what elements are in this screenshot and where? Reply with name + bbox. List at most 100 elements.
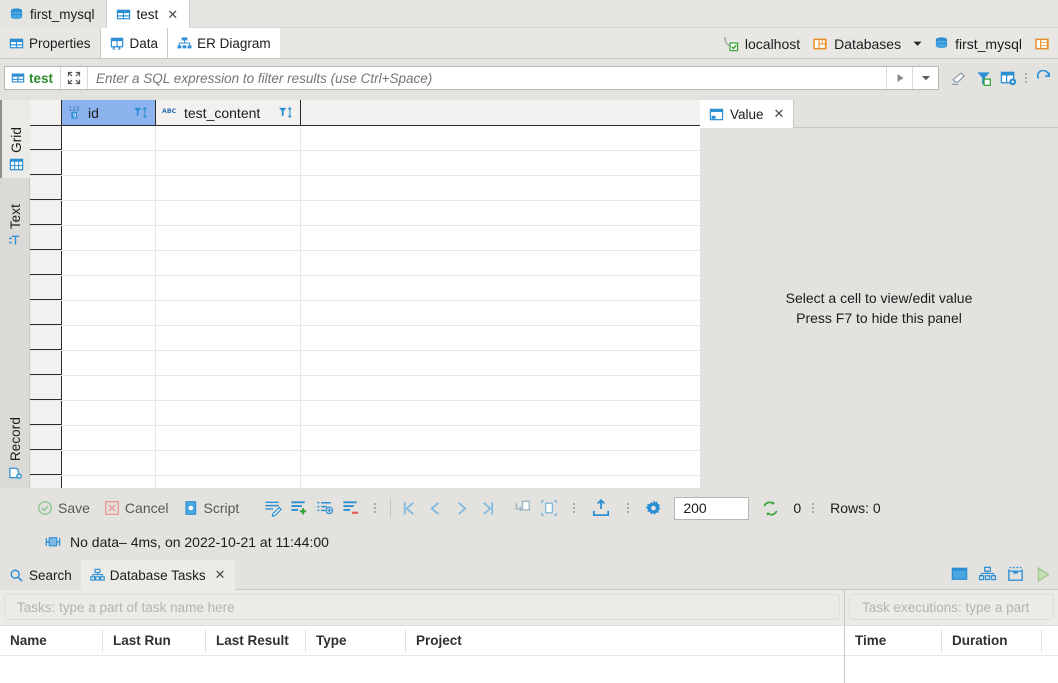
- script-button[interactable]: Script: [176, 495, 247, 521]
- list-item[interactable]: [0, 655, 844, 683]
- close-icon[interactable]: ✕: [167, 8, 178, 21]
- add-row-button[interactable]: [286, 495, 312, 521]
- save-button[interactable]: Save: [30, 495, 97, 521]
- overflow-dots[interactable]: [624, 496, 631, 520]
- refresh-button[interactable]: [1032, 66, 1054, 90]
- table-row[interactable]: [30, 251, 700, 276]
- grid-cell-id[interactable]: [62, 176, 156, 200]
- row-header[interactable]: [30, 476, 62, 488]
- delete-row-button[interactable]: [338, 495, 364, 521]
- previous-row-button[interactable]: [422, 495, 448, 521]
- editor-tab-first-mysql[interactable]: first_mysql: [0, 0, 107, 28]
- close-icon[interactable]: ✕: [215, 567, 226, 583]
- grid-column-header-test-content[interactable]: ABC test_content: [156, 100, 301, 125]
- breadcrumb-dropdown[interactable]: [907, 37, 928, 50]
- table-row[interactable]: [30, 301, 700, 326]
- row-header[interactable]: [30, 251, 62, 275]
- row-header[interactable]: [30, 401, 62, 425]
- table-row[interactable]: [30, 226, 700, 251]
- grid-cell-test-content[interactable]: [156, 301, 301, 325]
- refresh-rows-button[interactable]: [755, 495, 785, 521]
- last-row-button[interactable]: [474, 495, 500, 521]
- grid-cell-id[interactable]: [62, 476, 156, 488]
- grid-cell-test-content[interactable]: [156, 226, 301, 250]
- filter-sort-icon[interactable]: [268, 106, 294, 120]
- grid-cell-test-content[interactable]: [156, 451, 301, 475]
- next-row-button[interactable]: [448, 495, 474, 521]
- first-row-button[interactable]: [396, 495, 422, 521]
- overflow-dots[interactable]: [570, 496, 577, 520]
- grid-cell-id[interactable]: [62, 426, 156, 450]
- search-input[interactable]: [88, 69, 886, 87]
- row-header[interactable]: [30, 326, 62, 350]
- tab-properties[interactable]: Properties: [0, 28, 100, 58]
- data-grid[interactable]: 123 9 id ABC test_content: [30, 100, 700, 488]
- list-item[interactable]: [845, 655, 1058, 683]
- breadcrumb-databases[interactable]: Databases: [806, 36, 907, 52]
- grid-cell-test-content[interactable]: [156, 426, 301, 450]
- clear-filter-button[interactable]: [947, 66, 969, 90]
- executions-col-time[interactable]: Time: [845, 629, 942, 652]
- row-header[interactable]: [30, 426, 62, 450]
- tab-database-tasks[interactable]: Database Tasks ✕: [80, 560, 235, 590]
- executions-table-body[interactable]: [845, 655, 1058, 683]
- grid-cell-id[interactable]: [62, 401, 156, 425]
- table-row[interactable]: [30, 276, 700, 301]
- row-header[interactable]: [30, 351, 62, 375]
- gear-icon[interactable]: [638, 495, 668, 521]
- table-row[interactable]: [30, 401, 700, 426]
- tab-value[interactable]: Value ✕: [700, 100, 795, 128]
- row-header[interactable]: [30, 201, 62, 225]
- table-row[interactable]: [30, 126, 700, 151]
- breadcrumb-table-icon-trailing[interactable]: [1028, 36, 1056, 52]
- executions-search-input[interactable]: Task executions: type a part: [849, 594, 1054, 620]
- row-header[interactable]: [30, 126, 62, 150]
- table-row[interactable]: [30, 476, 700, 488]
- grid-cell-id[interactable]: [62, 376, 156, 400]
- table-row[interactable]: [30, 326, 700, 351]
- overflow-dots[interactable]: [371, 496, 378, 520]
- grid-cell-id[interactable]: [62, 301, 156, 325]
- custom-filter-button[interactable]: [997, 66, 1019, 90]
- row-header[interactable]: [30, 176, 62, 200]
- grid-cell-test-content[interactable]: [156, 351, 301, 375]
- row-limit-input[interactable]: 200: [674, 496, 750, 520]
- fetch-next-page-button[interactable]: [510, 495, 536, 521]
- duplicate-row-button[interactable]: [312, 495, 338, 521]
- apply-filter-button[interactable]: [886, 67, 912, 89]
- row-header[interactable]: [30, 226, 62, 250]
- grid-cell-id[interactable]: [62, 201, 156, 225]
- sidebar-item-text[interactable]: Text: [0, 178, 30, 254]
- row-header[interactable]: [30, 301, 62, 325]
- expand-filter-panel-button[interactable]: [60, 67, 89, 89]
- sidebar-item-grid[interactable]: Grid: [0, 100, 30, 178]
- filter-sort-icon[interactable]: [123, 106, 149, 120]
- table-row[interactable]: [30, 426, 700, 451]
- grid-column-header-id[interactable]: 123 9 id: [62, 100, 156, 125]
- grid-cell-test-content[interactable]: [156, 251, 301, 275]
- grid-corner-cell[interactable]: [30, 100, 62, 125]
- grid-cell-id[interactable]: [62, 326, 156, 350]
- tasks-col-type[interactable]: Type: [306, 629, 406, 652]
- task-folder-button[interactable]: [1004, 563, 1026, 585]
- tasks-col-name[interactable]: Name: [0, 629, 103, 652]
- panel-maximize-button[interactable]: [948, 563, 970, 585]
- tasks-table-body[interactable]: [0, 655, 844, 683]
- grid-cell-test-content[interactable]: [156, 401, 301, 425]
- tab-data[interactable]: Data: [99, 28, 169, 58]
- tasks-col-last-run[interactable]: Last Run: [103, 629, 206, 652]
- grid-cell-id[interactable]: [62, 126, 156, 150]
- filter-history-dropdown[interactable]: [912, 67, 938, 89]
- grid-cell-test-content[interactable]: [156, 276, 301, 300]
- filter-table-chip[interactable]: test: [5, 71, 60, 86]
- tasks-col-last-result[interactable]: Last Result: [206, 629, 306, 652]
- grid-body[interactable]: [30, 126, 700, 488]
- grid-cell-test-content[interactable]: [156, 176, 301, 200]
- grid-cell-id[interactable]: [62, 276, 156, 300]
- editor-tab-test[interactable]: test ✕: [106, 0, 191, 28]
- executions-col-duration[interactable]: Duration: [942, 629, 1042, 652]
- row-header[interactable]: [30, 276, 62, 300]
- breadcrumb-connection[interactable]: localhost: [716, 35, 806, 52]
- grid-cell-test-content[interactable]: [156, 126, 301, 150]
- breadcrumb-schema[interactable]: first_mysql: [928, 36, 1028, 52]
